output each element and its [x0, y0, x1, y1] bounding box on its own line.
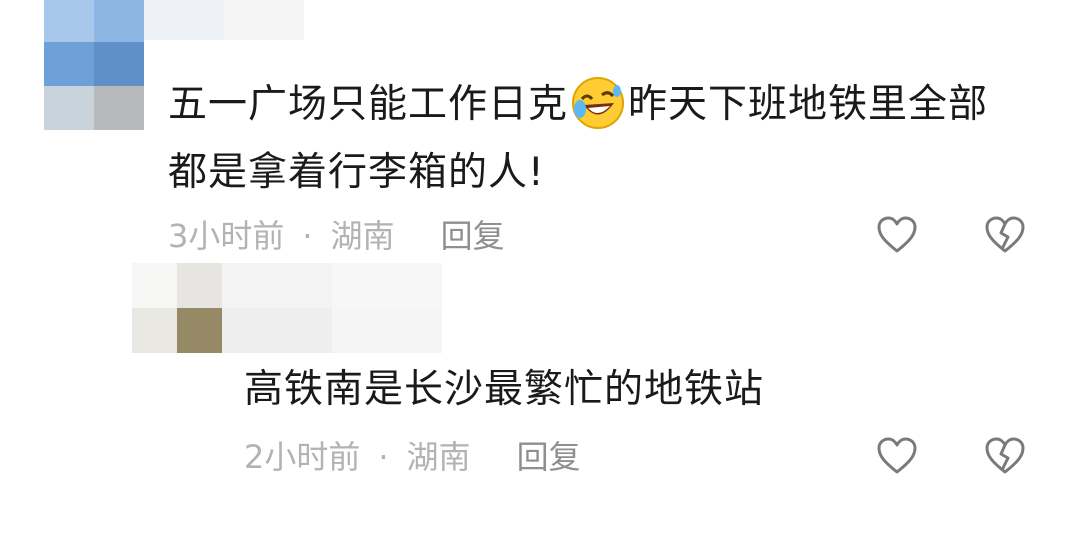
location: 湖南 — [330, 217, 395, 255]
rolling-on-floor-laughing-icon — [572, 76, 625, 129]
location: 湖南 — [406, 438, 471, 476]
timestamp: 3小时前 — [168, 217, 285, 255]
timestamp: 2小时前 — [244, 438, 361, 476]
comment-meta: 2小时前 · 湖南 回复 — [244, 437, 581, 477]
comment-line-1-start: 五一广场只能工作日克 — [168, 82, 569, 127]
username-blurred[interactable] — [144, 0, 304, 40]
reply-button[interactable]: 回复 — [441, 216, 505, 256]
broken-heart-icon[interactable] — [983, 434, 1027, 478]
avatar[interactable] — [132, 263, 222, 353]
separator: · — [302, 217, 313, 255]
heart-icon[interactable] — [875, 434, 919, 478]
comment-text: 高铁南是长沙最繁忙的地铁站 — [244, 356, 764, 424]
comment-meta: 3小时前 · 湖南 回复 — [168, 216, 505, 256]
username-blurred[interactable] — [222, 263, 442, 353]
comment-line-2: 都是拿着行李箱的人! — [168, 150, 545, 195]
broken-heart-icon[interactable] — [983, 213, 1027, 257]
separator: · — [378, 438, 389, 476]
comment-text: 五一广场只能工作日克 昨天下班地铁里全部 都是拿着行李箱的人! — [168, 71, 988, 207]
avatar[interactable] — [44, 0, 144, 130]
reply-comment-text: 高铁南是长沙最繁忙的地铁站 — [244, 367, 765, 412]
heart-icon[interactable] — [875, 213, 919, 257]
reply-button[interactable]: 回复 — [517, 437, 581, 477]
comment-line-1-end: 昨天下班地铁里全部 — [628, 82, 989, 127]
